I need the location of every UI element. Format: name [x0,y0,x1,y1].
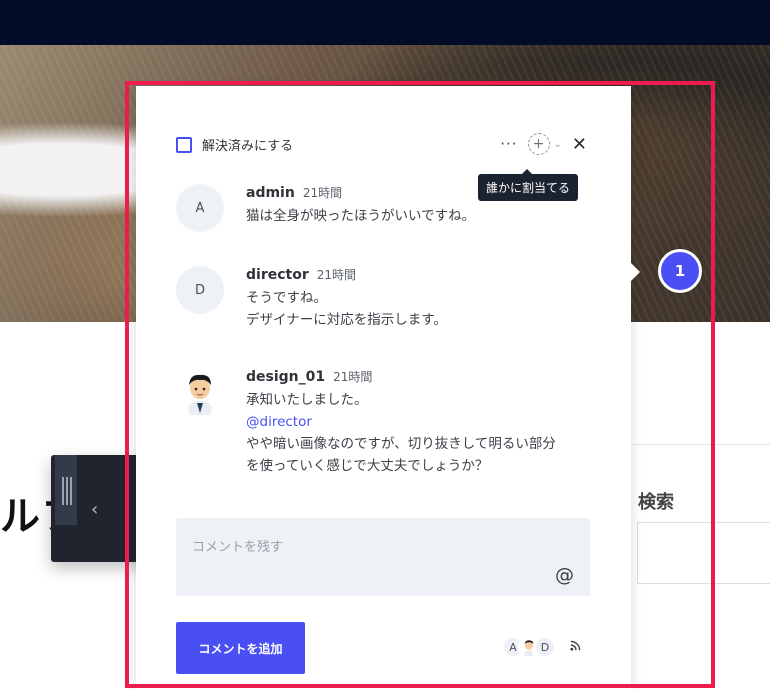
resolve-label: 解決済みにする [202,139,294,154]
plus-icon: + [532,136,545,152]
resolve-checkbox[interactable] [176,136,192,153]
assign-tooltip: 誰かに割当てる [478,169,579,201]
comment-time: 21時間 [316,268,357,282]
participants-list: A D [502,636,581,658]
avatar: D [176,266,224,314]
comment-author: director [246,267,309,283]
comment-author: admin [246,185,295,201]
chevron-down-icon[interactable]: ⌄ [554,139,562,150]
comment-time: 21時間 [302,186,343,200]
top-navbar [0,0,770,45]
avatar: A [176,184,224,232]
comment-text: そうですね。 デザイナーに対応を指示します。 [246,290,447,328]
mention-link[interactable]: @director [246,411,556,433]
comment-panel: 解決済みにする ··· + ⌄ ✕ 誰かに割当てる A admin 21時間 猫は… [136,86,631,689]
add-comment-button[interactable]: コメントを追加 [176,622,305,674]
participant-avatar: D [534,636,556,658]
comment-body: admin 21時間 猫は全身が映ったほうがいいですね。 [246,184,475,227]
mention-at-icon[interactable]: @ [555,564,574,586]
header-actions: ··· + ⌄ ✕ [500,133,587,155]
resolve-toggle[interactable]: 解決済みにする [176,135,293,154]
app-stage: ルフ 検索 ‹ 1 解決済みにする ··· + ⌄ ✕ 誰かに割当てる A ad… [0,0,770,689]
more-options-icon[interactable]: ··· [500,135,517,153]
comment-text: 承知いたしました。 [246,392,368,408]
comment-author: design_01 [246,369,326,385]
comment-body: director 21時間 そうですね。 デザイナーに対応を指示します。 [246,266,447,331]
drag-handle[interactable] [55,455,77,525]
rss-feed-icon[interactable] [570,640,581,654]
search-widget-title: 検索 [638,492,674,513]
comment-input[interactable] [176,518,590,596]
comment-text: やや暗い画像なのですが、切り抜きして明るい部分 を使っていく感じで大丈夫でしょう… [246,436,556,474]
panel-header: 解決済みにする ··· + ⌄ ✕ [176,133,587,155]
close-icon[interactable]: ✕ [572,134,587,155]
search-input[interactable] [637,522,770,584]
pin-number: 1 [674,262,686,280]
comment-body: design_01 21時間 承知いたしました。 @director やや暗い画像… [246,368,556,477]
chevron-left-icon[interactable]: ‹ [91,499,98,520]
panel-pointer [631,263,640,281]
comment-composer: @ [176,518,590,596]
sidebar-divider [632,444,770,445]
comment-time: 21時間 [333,370,373,384]
comment-text: 猫は全身が映ったほうがいいですね。 [246,208,476,224]
comment-pin[interactable]: 1 [658,249,702,293]
person-avatar-icon [187,374,213,415]
avatar [176,368,224,416]
assign-user-icon[interactable]: + [527,133,550,155]
